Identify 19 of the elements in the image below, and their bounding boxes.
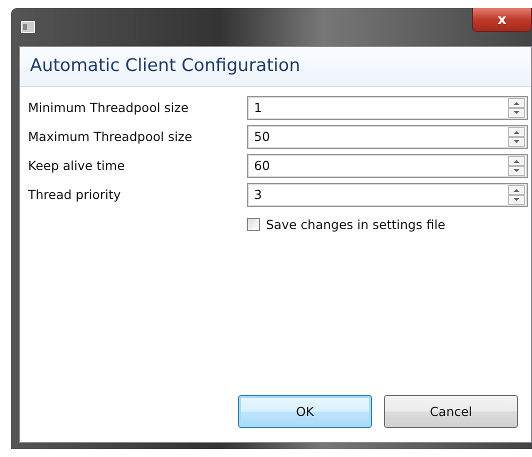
close-button[interactable]: x	[472, 8, 532, 32]
window-icon	[21, 21, 35, 33]
field-label: Maximum Threadpool size	[28, 129, 194, 144]
checkbox-label: Save changes in settings file	[266, 217, 446, 232]
spin-field[interactable]: 50	[247, 124, 528, 148]
spinner-arrows-icon[interactable]	[508, 184, 525, 204]
spin-field[interactable]: 3	[247, 182, 528, 206]
spinner-arrows-icon[interactable]	[508, 98, 525, 118]
spin-field[interactable]: 60	[247, 154, 528, 178]
field-label: Keep alive time	[28, 158, 126, 173]
ok-button[interactable]: OK	[238, 395, 372, 428]
dialog-header: Automatic Client Configuration	[20, 47, 531, 87]
spin-field[interactable]: 1	[247, 96, 528, 120]
checkbox[interactable]	[247, 218, 260, 231]
cancel-button[interactable]: Cancel	[384, 395, 518, 428]
field-label: Thread priority	[28, 187, 122, 202]
spinner-arrows-icon[interactable]	[508, 156, 525, 176]
field-label: Minimum Threadpool size	[28, 100, 190, 115]
spinner-arrows-icon[interactable]	[508, 126, 525, 146]
